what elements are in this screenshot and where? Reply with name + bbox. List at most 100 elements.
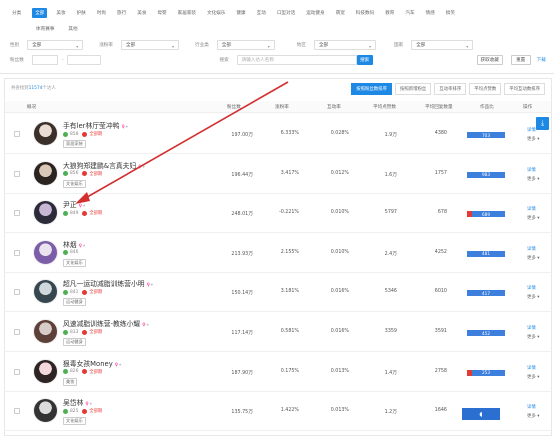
score-icon bbox=[63, 131, 68, 137]
row-checkbox[interactable] bbox=[14, 329, 20, 335]
download-icon[interactable]: ⤓ bbox=[536, 117, 549, 130]
row-checkbox[interactable] bbox=[14, 131, 20, 137]
category-6[interactable]: 美食 bbox=[137, 10, 146, 16]
category-7[interactable]: 母婴 bbox=[157, 10, 166, 16]
detail-link[interactable]: 详情 bbox=[527, 206, 536, 212]
avatar[interactable] bbox=[33, 239, 58, 265]
header-engage[interactable]: 互动率 bbox=[327, 104, 341, 110]
header-replies[interactable]: 平均回复数量 bbox=[425, 104, 453, 110]
category-1[interactable]: 全部 bbox=[32, 8, 48, 18]
category-14[interactable]: 萌宠 bbox=[336, 10, 345, 16]
category-8[interactable]: 家居家装 bbox=[178, 10, 196, 16]
row-checkbox[interactable] bbox=[14, 170, 20, 177]
category-4[interactable]: 时尚 bbox=[97, 10, 106, 16]
avatar[interactable] bbox=[33, 200, 58, 226]
influencer-name[interactable]: 风速减脂训练营-教练小耀 ♀⌖ bbox=[63, 318, 149, 328]
detail-link[interactable]: 详情 bbox=[527, 325, 536, 331]
category-19[interactable]: 搞笑 bbox=[446, 10, 455, 16]
fans-max-input[interactable] bbox=[67, 55, 102, 65]
category-extra-1[interactable]: 其他 bbox=[68, 26, 77, 32]
tab-sort-0[interactable]: 按照粉丝数排序 bbox=[351, 83, 392, 95]
detail-link[interactable]: 详情 bbox=[527, 404, 536, 410]
badge-icon bbox=[82, 289, 88, 295]
tab-sort-3[interactable]: 平均点赞数 bbox=[469, 83, 502, 95]
category-15[interactable]: 科技数码 bbox=[356, 10, 374, 16]
avatar[interactable] bbox=[33, 358, 58, 384]
avg-likes: 5346 bbox=[384, 289, 397, 295]
avatar[interactable] bbox=[33, 398, 58, 424]
tab-sort-2[interactable]: 互动率排序 bbox=[434, 83, 467, 95]
badge-icon bbox=[82, 210, 88, 216]
more-link[interactable]: 更多 ▾ bbox=[527, 334, 539, 340]
tab-sort-4[interactable]: 平均互动数排序 bbox=[504, 83, 545, 95]
avatar[interactable] bbox=[33, 279, 58, 305]
influencer-name[interactable]: 手有ler林厅莹冲鸭 ♀⌖ bbox=[63, 120, 128, 130]
row-checkbox[interactable] bbox=[14, 210, 20, 217]
score-icon bbox=[63, 289, 68, 295]
fav-button[interactable]: 获取收藏 bbox=[476, 55, 503, 65]
country-select[interactable]: 全部 ▾ bbox=[411, 40, 474, 50]
gender-icon: ♀ bbox=[114, 362, 118, 368]
more-link[interactable]: 更多 ▾ bbox=[527, 176, 539, 182]
category-extra-0[interactable]: 体育赛事 bbox=[36, 26, 54, 32]
gender-select[interactable]: 全部 ▾ bbox=[27, 40, 84, 50]
category-2[interactable]: 美妆 bbox=[56, 10, 65, 16]
category-5[interactable]: 旅行 bbox=[117, 10, 126, 16]
category-18[interactable]: 情感 bbox=[426, 10, 435, 16]
influencer-name[interactable]: 大狼狗郑建鹏&言真夫妇 ♀⌖ bbox=[63, 160, 145, 170]
influencer-name[interactable]: 吴岱林 ♀⌖ bbox=[63, 397, 92, 407]
category-12[interactable]: 口型对话 bbox=[277, 10, 295, 16]
reset-button[interactable]: 重置 bbox=[510, 55, 531, 65]
industry-select[interactable]: 全部 ▾ bbox=[216, 40, 275, 50]
fans-min-input[interactable] bbox=[31, 55, 58, 65]
avatar[interactable] bbox=[33, 319, 58, 344]
more-link[interactable]: 更多 ▾ bbox=[527, 215, 539, 221]
avg-replies: 3591 bbox=[434, 329, 447, 334]
header-fans[interactable]: 粉丝数 bbox=[227, 104, 241, 110]
avg-replies: 1757 bbox=[434, 170, 447, 176]
floating-widget[interactable]: ◖ bbox=[462, 408, 500, 420]
influencer-name[interactable]: 林烟 ♀⌖ bbox=[63, 239, 85, 249]
detail-link[interactable]: 详情 bbox=[527, 285, 536, 291]
tab-sort-1[interactable]: 按照新增粉丝 bbox=[394, 83, 432, 95]
table-row: 风速减脂训练营-教练小耀 ♀⌖ 833 全部期 运动健身 117.14万 0.58… bbox=[5, 313, 551, 352]
search-input[interactable]: 请输入达人名称 bbox=[236, 55, 357, 65]
search-button[interactable]: 搜索 bbox=[356, 55, 373, 65]
header-likes[interactable]: 平均点赞数 bbox=[373, 104, 396, 110]
filter-panel: 分类 全部 美妆 护肤 时尚 旅行 美食 母婴 家居家装 文化娱乐 健康 互动 口型对话 运动健身 萌宠 科技… bbox=[0, 0, 554, 74]
row-checkbox[interactable] bbox=[14, 408, 20, 415]
region-select[interactable]: 全部 ▾ bbox=[314, 40, 376, 50]
category-3[interactable]: 护肤 bbox=[77, 10, 86, 16]
category-9[interactable]: 文化娱乐 bbox=[207, 10, 225, 16]
more-link[interactable]: 更多 ▾ bbox=[527, 294, 539, 300]
ratio-bar: 452 bbox=[467, 330, 505, 336]
badge-icon bbox=[82, 329, 88, 335]
more-link[interactable]: 更多 ▾ bbox=[527, 136, 539, 142]
download-link[interactable]: 下载 bbox=[537, 57, 546, 63]
category-17[interactable]: 汽车 bbox=[405, 10, 414, 16]
row-checkbox[interactable] bbox=[14, 289, 20, 296]
influencer-name[interactable]: 尹正 ♀⌖ bbox=[63, 199, 85, 209]
avg-likes: 1.4万 bbox=[384, 370, 397, 376]
category-13[interactable]: 运动健身 bbox=[306, 10, 324, 16]
category-11[interactable]: 互动 bbox=[257, 10, 266, 16]
avg-likes: 1.2万 bbox=[384, 410, 397, 416]
row-checkbox[interactable] bbox=[14, 368, 20, 375]
growth-select[interactable]: 全部 ▾ bbox=[121, 40, 179, 50]
more-link[interactable]: 更多 ▾ bbox=[527, 374, 539, 380]
influencer-name[interactable]: 超凡一运动减脂训练营小明 ♀⌖ bbox=[63, 278, 153, 288]
avatar[interactable] bbox=[33, 121, 58, 146]
category-16[interactable]: 教育 bbox=[385, 10, 394, 16]
avatar[interactable] bbox=[33, 160, 58, 186]
results-count: 共查找到11574个达人 bbox=[11, 86, 56, 91]
detail-link[interactable]: 详情 bbox=[527, 365, 536, 371]
category-10[interactable]: 健康 bbox=[236, 10, 245, 16]
detail-link[interactable]: 详情 bbox=[527, 246, 536, 252]
more-link[interactable]: 更多 ▾ bbox=[527, 413, 539, 419]
detail-link[interactable]: 详情 bbox=[527, 167, 536, 173]
more-link[interactable]: 更多 ▾ bbox=[527, 255, 539, 261]
header-growth[interactable]: 涨粉率 bbox=[275, 104, 289, 110]
row-checkbox[interactable] bbox=[14, 249, 20, 256]
detail-link[interactable]: 详情 bbox=[527, 127, 536, 133]
influencer-name[interactable]: 狠毒女孩Money ♀⌖ bbox=[63, 358, 121, 368]
